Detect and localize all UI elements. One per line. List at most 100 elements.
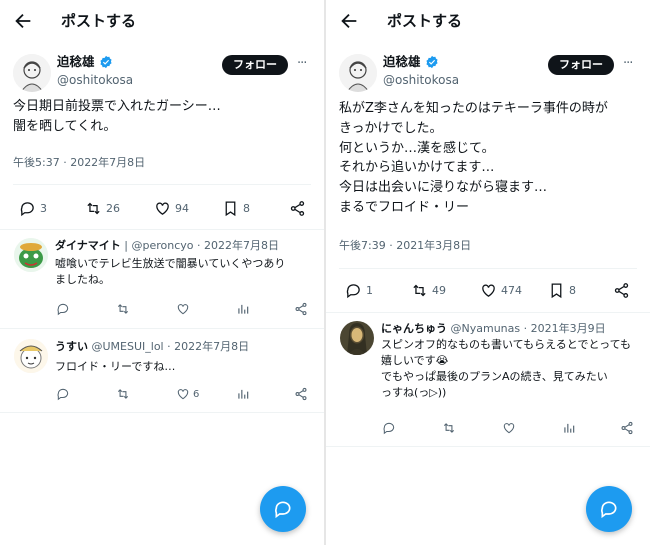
compose-icon — [275, 501, 291, 519]
author-avatar[interactable] — [339, 54, 377, 92]
repost-button[interactable]: 26 — [85, 196, 120, 220]
reply-button[interactable]: 1 — [345, 278, 373, 302]
bookmark-button[interactable]: 8 — [222, 196, 250, 220]
share-button[interactable] — [613, 278, 630, 302]
repost-icon — [87, 202, 100, 214]
reply-icon — [20, 201, 34, 216]
share-button[interactable] — [289, 196, 306, 220]
repost-icon — [413, 284, 426, 296]
reply-repost-button[interactable] — [116, 385, 130, 403]
heart-icon — [177, 389, 189, 400]
post-text: 私がZ李さんを知ったのはテキーラ事件の時が きっかけでした。 何というか…漢を感… — [339, 101, 608, 215]
repost-icon — [117, 389, 129, 399]
analytics-icon — [564, 423, 575, 433]
author-name[interactable]: 迫稔雄 — [383, 54, 421, 70]
reply-author-handle[interactable]: @Nyamunas — [451, 322, 521, 335]
reply-text: スピンオフ的なものも書いてもらえるとでとっても嬉しいです😭 でもやっぱ最後のプラ… — [381, 338, 632, 399]
reply-reply-button[interactable] — [56, 385, 70, 403]
top-bar: ポストする — [0, 0, 324, 42]
reply-item[interactable]: うすい @UMESUI_lol · 2022年7月8日 フロイド・リーですね… … — [0, 329, 324, 411]
follow-button[interactable]: フォロー — [548, 55, 614, 75]
reply-share-button[interactable] — [294, 300, 308, 318]
post-timestamp: 午後7:39 · 2021年3月8日 — [339, 239, 472, 252]
reply-repost-button[interactable] — [442, 419, 456, 437]
reply-count: 3 — [40, 201, 47, 215]
reply-views-button[interactable] — [236, 385, 250, 403]
reply-avatar[interactable] — [14, 339, 48, 373]
author-handle[interactable]: @oshitokosa — [57, 72, 133, 88]
reply-icon — [57, 388, 69, 401]
top-bar: ポストする — [326, 0, 650, 42]
like-button[interactable]: 94 — [154, 196, 189, 220]
reply-like-button[interactable]: 6 — [176, 385, 199, 403]
share-icon — [295, 387, 307, 401]
reply-avatar[interactable] — [340, 321, 374, 355]
compose-reply-fab[interactable] — [260, 486, 306, 532]
bookmark-count: 8 — [569, 283, 576, 297]
reply-date[interactable]: · 2022年7月8日 — [197, 239, 279, 252]
reply-text: 嘘喰いでテレビ生放送で闇暴いていくやつあり ましたね。 — [55, 257, 286, 286]
left-post-screen: ポストする 迫稔雄 @oshitokosa フォロー ··· 今日期日前投票で入… — [0, 0, 324, 545]
back-arrow-icon[interactable] — [338, 10, 360, 32]
divider — [0, 412, 324, 413]
reply-share-button[interactable] — [620, 419, 634, 437]
repost-count: 49 — [432, 283, 446, 297]
reply-reply-button[interactable] — [382, 419, 396, 437]
compose-icon — [601, 501, 617, 519]
reply-date[interactable]: · 2021年3月9日 — [524, 322, 606, 335]
reply-author-name[interactable]: うすい — [55, 340, 88, 353]
reply-like-button[interactable] — [502, 419, 516, 437]
reply-views-button[interactable] — [236, 300, 250, 318]
compose-reply-fab[interactable] — [586, 486, 632, 532]
bookmark-icon — [551, 282, 562, 298]
author-name[interactable]: 迫稔雄 — [57, 54, 95, 70]
divider — [13, 184, 311, 185]
heart-icon — [177, 304, 189, 315]
reply-item[interactable]: にゃんちゅう @Nyamunas · 2021年3月9日 スピンオフ的なものも書… — [326, 313, 650, 445]
back-arrow-icon[interactable] — [12, 10, 34, 32]
repost-button[interactable]: 49 — [411, 278, 446, 302]
like-count: 474 — [501, 283, 522, 297]
repost-icon — [117, 304, 129, 314]
author-name-row[interactable]: 迫稔雄 — [57, 54, 113, 70]
action-bar: 1 49 474 8 — [326, 278, 650, 302]
follow-button[interactable]: フォロー — [222, 55, 288, 75]
bookmark-icon — [225, 200, 236, 216]
page-title: ポストする — [61, 12, 137, 30]
action-bar: 3 26 94 8 — [0, 196, 324, 220]
reply-count: 1 — [366, 283, 373, 297]
author-avatar[interactable] — [13, 54, 51, 92]
reply-author-name[interactable]: ダイナマイト — [55, 239, 121, 252]
share-icon — [290, 200, 305, 216]
divider — [326, 446, 650, 447]
reply-header: うすい @UMESUI_lol · 2022年7月8日 — [55, 339, 249, 354]
reply-share-button[interactable] — [294, 385, 308, 403]
heart-icon — [482, 284, 495, 297]
reply-views-button[interactable] — [562, 419, 576, 437]
author-name-row[interactable]: 迫稔雄 — [383, 54, 439, 70]
reply-author-handle[interactable]: | @peroncyo — [124, 239, 193, 252]
reply-like-button[interactable] — [176, 300, 190, 318]
reply-header: にゃんちゅう @Nyamunas · 2021年3月9日 — [381, 321, 606, 336]
reply-like-count: 6 — [193, 388, 200, 400]
like-button[interactable]: 474 — [480, 278, 522, 302]
reply-reply-button[interactable] — [56, 300, 70, 318]
reply-item[interactable]: ダイナマイト | @peroncyo · 2022年7月8日 嘘喰いでテレビ生放… — [0, 230, 324, 327]
share-icon — [621, 421, 633, 435]
more-options-icon[interactable]: ··· — [297, 56, 307, 72]
author-handle[interactable]: @oshitokosa — [383, 72, 459, 88]
reply-header: ダイナマイト | @peroncyo · 2022年7月8日 — [55, 238, 279, 253]
reply-button[interactable]: 3 — [19, 196, 47, 220]
reply-author-handle[interactable]: @UMESUI_lol — [92, 340, 164, 353]
post-timestamp: 午後5:37 · 2022年7月8日 — [13, 156, 146, 169]
reply-repost-button[interactable] — [116, 300, 130, 318]
reply-author-name[interactable]: にゃんちゅう — [381, 322, 447, 335]
reply-date[interactable]: · 2022年7月8日 — [167, 340, 249, 353]
bookmark-button[interactable]: 8 — [548, 278, 576, 302]
share-icon — [614, 282, 629, 298]
reply-icon — [346, 283, 360, 298]
reply-avatar[interactable] — [14, 238, 48, 272]
more-options-icon[interactable]: ··· — [623, 56, 633, 72]
reply-text: フロイド・リーですね… — [55, 360, 176, 373]
repost-count: 26 — [106, 201, 120, 215]
